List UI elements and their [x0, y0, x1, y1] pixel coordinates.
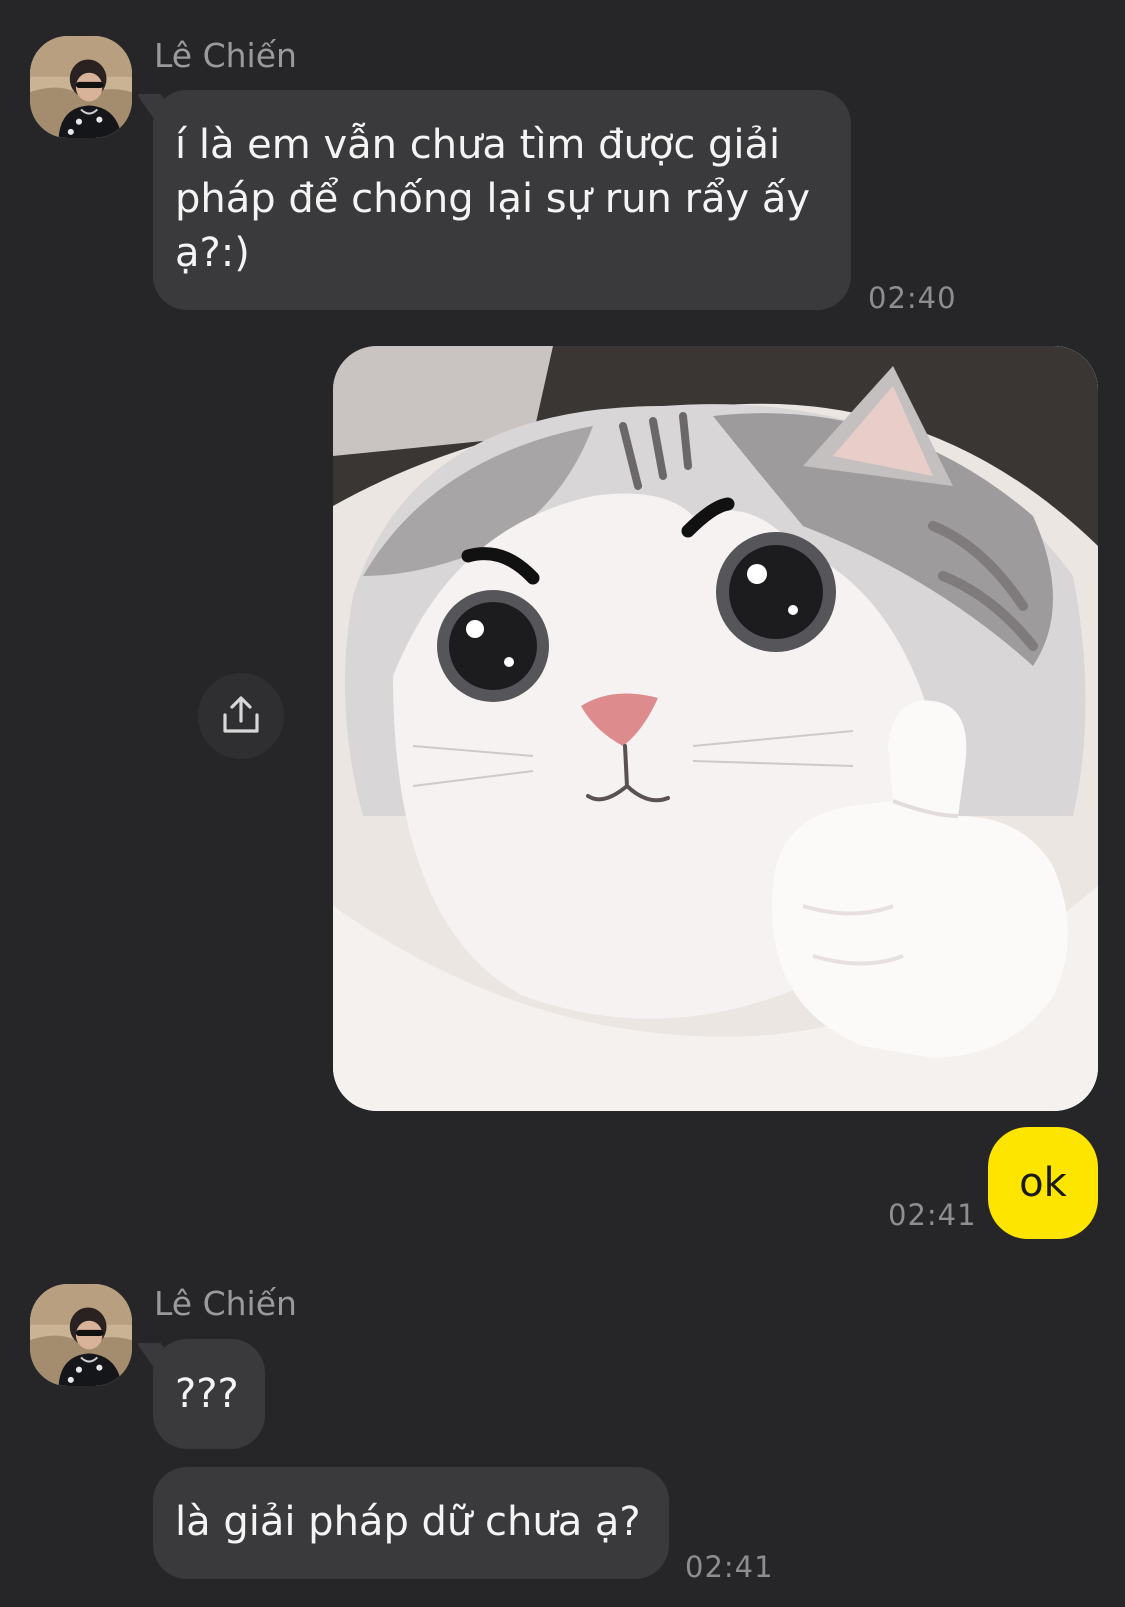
message-timestamp: 02:41 [888, 1198, 977, 1232]
message-text: ??? [175, 1371, 239, 1417]
message-text: ok [1019, 1160, 1067, 1206]
outgoing-message-bubble[interactable]: ok [988, 1127, 1098, 1239]
avatar[interactable] [30, 36, 132, 138]
avatar-image [30, 1284, 132, 1386]
message-bubble[interactable]: ??? [153, 1339, 265, 1449]
avatar[interactable] [30, 1284, 132, 1386]
sticker-image[interactable] [333, 346, 1098, 1111]
share-icon [223, 696, 259, 733]
share-button[interactable] [198, 673, 284, 759]
sender-name: Lê Chiến [154, 36, 297, 75]
sender-name: Lê Chiến [154, 1284, 297, 1323]
cat-thumbs-up-sticker [333, 346, 1098, 1111]
message-text-line: ạ?:) [175, 230, 250, 276]
message-text-line: pháp để chống lại sự run rẩy ấy [175, 176, 811, 222]
message-timestamp: 02:41 [685, 1550, 774, 1584]
avatar-image [30, 36, 132, 138]
message-bubble[interactable]: í là em vẫn chưa tìm được giải pháp để c… [153, 90, 851, 310]
message-timestamp: 02:40 [868, 281, 957, 315]
message-text: là giải pháp dữ chưa ạ? [175, 1499, 641, 1545]
message-bubble[interactable]: là giải pháp dữ chưa ạ? [153, 1467, 669, 1579]
message-text-line: í là em vẫn chưa tìm được giải [175, 122, 781, 168]
